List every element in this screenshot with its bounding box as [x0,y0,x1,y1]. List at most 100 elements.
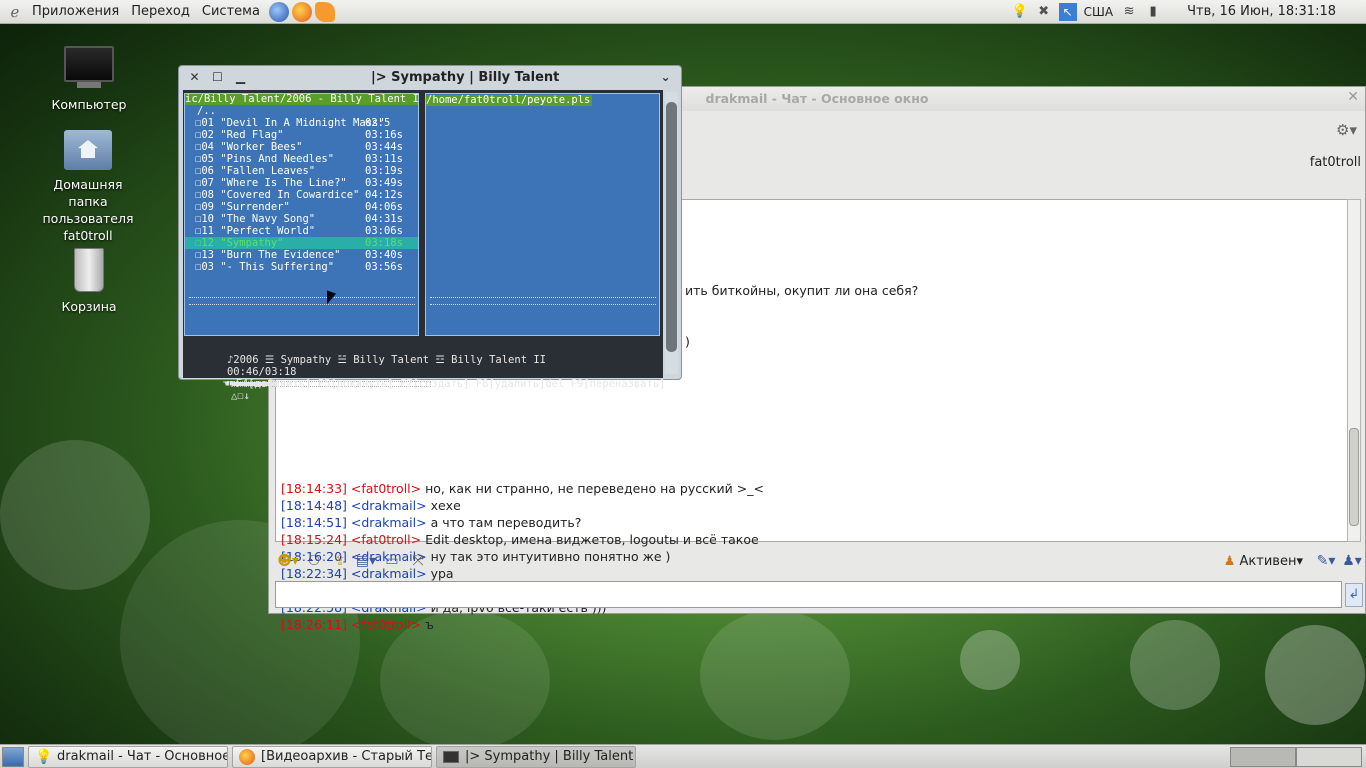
track-item[interactable]: ☐08 "Covered In Cowardice" 04:12s [185,189,418,201]
desktop-icon-computer[interactable]: Компьютер [34,46,144,113]
book-icon[interactable]: ▤▾ [353,550,379,572]
terminal-body[interactable]: ic/Billy Talent/2006 - Billy Talent II /… [183,90,666,402]
cursor-icon[interactable]: ↖ [1058,2,1077,21]
track-item[interactable]: ☐09 "Surrender" 04:06s [185,201,418,213]
track-item[interactable]: ☐02 "Red Flag" 03:16s [185,129,418,141]
parent-dir-entry[interactable]: /.. [185,105,418,117]
web-browser-launcher-icon[interactable] [268,1,289,22]
desktop-icon-trash[interactable]: Корзина [34,248,144,315]
track-item[interactable]: ☐10 "The Navy Song" 04:31s [185,213,418,225]
task-button-chat[interactable]: 💡 drakmail - Чат - Основное... [28,745,228,768]
chat-message: [18:26:11] <fat0troll> ъ [281,616,1347,633]
track-item[interactable]: ☐13 "Burn The Evidence" 03:40s [185,249,418,261]
terminal-scrollbar-thumb[interactable] [666,102,677,352]
playlist-pane[interactable]: ic/Billy Talent/2006 - Billy Talent II /… [184,93,419,336]
message-time: [18:14:33] [281,481,347,496]
track-duration: 03:18s [365,237,403,249]
track-title: 04 "Worker Bees" [201,141,303,153]
task-button-terminal[interactable]: |> Sympathy | Billy Talent [436,745,636,768]
show-desktop-icon[interactable] [2,746,24,767]
firefox-launcher-icon[interactable] [291,1,312,22]
playlist-file-path: /home/fat0troll/peyote.pls [426,94,593,106]
edit-icon[interactable]: ✎▾ [1313,550,1339,572]
chat-scrollbar[interactable] [1347,199,1361,542]
pane-separator [189,297,415,305]
track-duration: 03:56s [365,261,403,273]
menu-system[interactable]: Система [196,0,266,24]
bulb-icon[interactable]: 💡 [1011,3,1029,21]
message-nick[interactable]: <drakmail> [351,515,427,530]
send-button[interactable]: ↲ [1345,583,1363,607]
task-button-browser[interactable]: [Видеоархив - Старый Те... [232,745,432,768]
close-icon[interactable]: ✕ [183,70,206,84]
butterfly-icon[interactable]: ✖ [1035,3,1053,21]
track-list: ☐01 "Devil In A Midnight Mass" 02:5 ☐02 "R… [185,117,418,273]
mail-launcher-icon[interactable] [314,1,335,22]
message-input[interactable] [275,581,1342,608]
keyboard-layout-indicator[interactable]: США [1084,5,1113,19]
maximize-icon[interactable]: ☐ [206,70,229,84]
message-nick[interactable]: <fat0troll> [351,617,421,632]
track-duration: 03:11s [365,153,403,165]
close-icon[interactable]: ✕ [1347,89,1359,105]
home-folder-icon [64,130,112,170]
keybar: ☚☛F4[добавить] F5[докинуть] F7[создать] … [185,366,666,390]
track-duration: 02:5 [365,117,391,129]
wifi-icon[interactable]: ≋ [1120,3,1138,21]
message-nick[interactable]: <fat0troll> [351,481,421,496]
track-duration: 04:06s [365,201,403,213]
track-item[interactable]: ☐03 "- This Suffering" 03:56s [185,261,418,273]
workspace-2[interactable] [1296,746,1362,767]
message-nick[interactable]: <fat0troll> [351,532,421,547]
message-text-partial: ) [685,334,690,349]
track-title: 13 "Burn The Evidence" [201,249,341,261]
upload-icon[interactable]: ⇪ [327,550,353,572]
menu-applications[interactable]: Приложения [26,0,125,24]
track-duration: 04:31s [365,213,403,225]
workspace-1[interactable] [1230,746,1296,767]
track-item[interactable]: ☐04 "Worker Bees" 03:44s [185,141,418,153]
track-duration: 03:44s [365,141,403,153]
now-playing-line: ♪2006 ☰ Sympathy ☱ Billy Talent ☲ Billy … [189,342,546,366]
fullscreen-icon[interactable]: ⤧ [405,550,431,572]
current-track[interactable]: ☐12 "Sympathy" 03:18s [185,237,418,249]
gear-icon[interactable]: ⚙▾ [1336,121,1357,139]
task-label: |> Sympathy | Billy Talent [465,749,634,764]
desktop-icon-home-folder[interactable]: Домашняя папка пользователя fat0troll [33,130,143,244]
track-item[interactable]: ☐07 "Where Is The Line?" 03:49s [185,177,418,189]
desktop-icon-label: Корзина [61,299,117,314]
message-time: [18:26:11] [281,617,347,632]
track-item[interactable]: ☐01 "Devil In A Midnight Mass" 02:5 [185,117,418,129]
track-item[interactable]: ☐06 "Fallen Leaves" 03:19s [185,165,418,177]
terminal-scrollbar[interactable] [665,92,678,374]
terminal-icon [443,750,459,763]
message-nick[interactable]: <drakmail> [351,498,427,513]
smiley-icon[interactable]: ☻▾ [275,550,301,572]
progress-line: 00:46/03:18 △☐↓ [189,354,431,402]
track-item[interactable]: ☐05 "Pins And Needles" 03:11s [185,153,418,165]
track-duration: 04:12s [365,189,403,201]
gnome-foot-icon[interactable]: ℯ [4,3,26,21]
track-title: 02 "Red Flag" [201,129,284,141]
users-icon[interactable]: ⚇ [301,550,327,572]
message-text: Edit desktop, имена виджетов, logoutы и … [425,532,759,547]
track-duration: 03:16s [365,129,403,141]
track-duration: 03:40s [365,249,403,261]
status-selector[interactable]: ♟ Активен▾ [1224,554,1303,569]
chevron-down-icon[interactable]: ⌄ [654,70,677,84]
track-title: 09 "Surrender" [201,201,290,213]
user-settings-icon[interactable]: ♟▾ [1339,550,1365,572]
menu-places[interactable]: Переход [125,0,196,24]
task-label: drakmail - Чат - Основное... [57,749,228,764]
clock[interactable]: Чтв, 16 Июн, 18:31:18 [1187,4,1336,19]
playlist-file-pane[interactable]: /home/fat0troll/peyote.pls [425,93,660,336]
wallpaper-bokeh [1265,625,1365,725]
minimize-icon[interactable]: ▁ [229,70,252,84]
track-item[interactable]: ☐11 "Perfect World" 03:06s [185,225,418,237]
battery-icon[interactable]: ▮ [1144,3,1162,21]
terminal-titlebar[interactable]: ✕ ☐ ▁ |> Sympathy | Billy Talent ⌄ [179,66,681,88]
chat-scrollbar-thumb[interactable] [1349,428,1359,526]
card-icon[interactable]: ▭ [379,550,405,572]
workspace-switcher[interactable] [1230,746,1362,767]
message-text: а что там переводить? [430,515,582,530]
